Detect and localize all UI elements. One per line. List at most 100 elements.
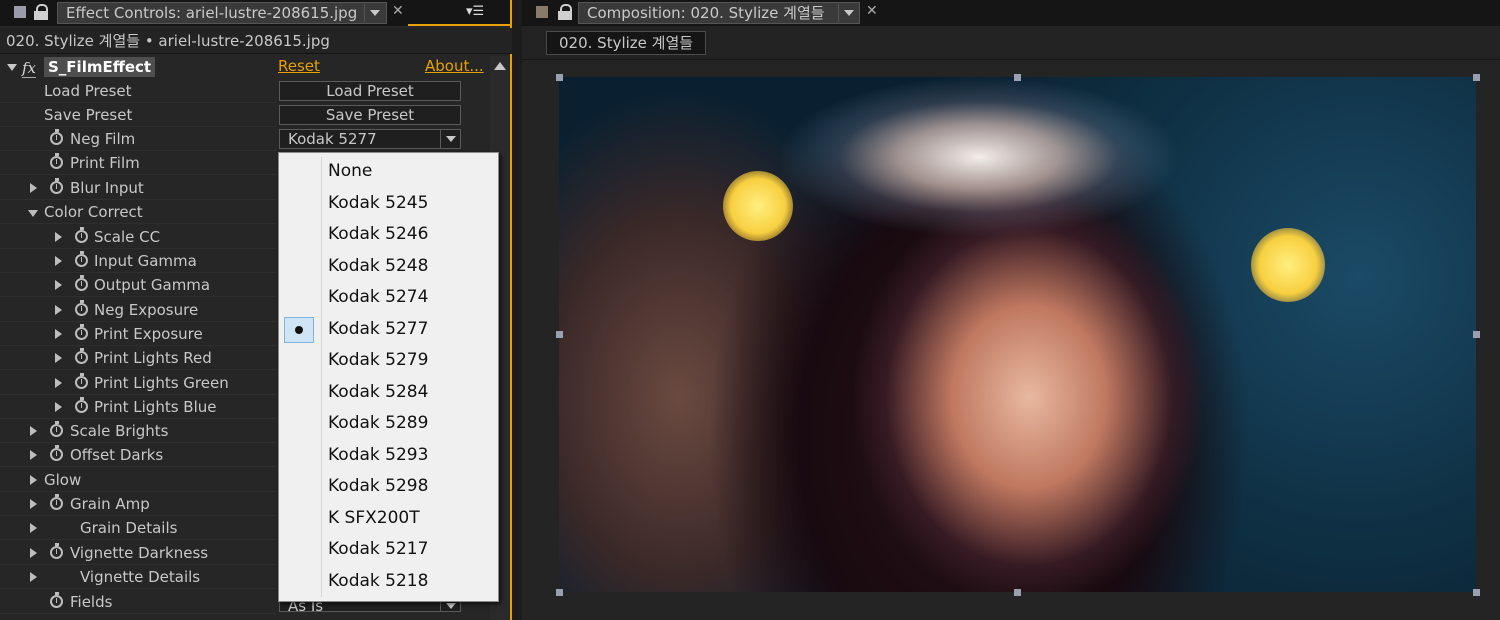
dropdown-option[interactable]: K SFX200T [279, 503, 498, 535]
expand-triangle-icon[interactable] [30, 426, 37, 436]
dropdown-option[interactable]: Kodak 5218 [279, 566, 498, 598]
property-label: Grain Amp [70, 495, 150, 513]
stopwatch-icon[interactable] [50, 494, 63, 510]
stopwatch-icon[interactable] [50, 153, 63, 169]
property-row-print-lights-red[interactable]: Print Lights Red [0, 346, 276, 370]
expand-triangle-icon[interactable] [55, 305, 62, 315]
expand-triangle-icon[interactable] [30, 499, 37, 509]
tab-dropdown-icon[interactable] [364, 4, 384, 22]
stopwatch-icon[interactable] [50, 543, 63, 559]
dropdown-option[interactable]: Kodak 5217 [279, 534, 498, 566]
expand-triangle-icon[interactable] [55, 353, 62, 363]
expand-triangle-icon[interactable] [30, 183, 37, 193]
close-icon[interactable]: ✕ [866, 3, 878, 19]
neg-film-dropdown-list: None Kodak 5245 Kodak 5246 Kodak 5248 Ko… [278, 152, 499, 602]
transform-handle[interactable] [1473, 589, 1480, 596]
stopwatch-icon[interactable] [75, 227, 88, 243]
property-row-input-gamma[interactable]: Input Gamma [0, 249, 276, 273]
property-row-print-lights-blue[interactable]: Print Lights Blue [0, 395, 276, 419]
tab-dropdown-icon[interactable] [838, 4, 858, 22]
stopwatch-icon[interactable] [50, 592, 63, 608]
stopwatch-icon[interactable] [50, 421, 63, 437]
expand-triangle-icon[interactable] [30, 475, 37, 485]
expand-triangle-icon[interactable] [55, 402, 62, 412]
dropdown-option[interactable]: Kodak 5293 [279, 440, 498, 472]
dropdown-option[interactable]: Kodak 5279 [279, 345, 498, 377]
transform-handle[interactable] [1473, 331, 1480, 338]
stopwatch-icon[interactable] [50, 178, 63, 194]
effect-name[interactable]: S_FilmEffect [44, 57, 156, 77]
stopwatch-icon[interactable] [50, 129, 63, 145]
property-row-output-gamma[interactable]: Output Gamma [0, 273, 276, 297]
property-label: Vignette Darkness [70, 544, 209, 562]
stopwatch-icon[interactable] [75, 348, 88, 364]
property-row-blur-input[interactable]: Blur Input [0, 176, 276, 200]
stopwatch-icon[interactable] [75, 251, 88, 267]
property-row-scale-cc[interactable]: Scale CC [0, 225, 276, 249]
collapse-triangle-icon[interactable] [7, 64, 17, 71]
stopwatch-icon[interactable] [75, 324, 88, 340]
property-row-vignette-darkness[interactable]: Vignette Darkness [0, 541, 276, 565]
panel-menu-icon[interactable]: ▾☰ [466, 4, 484, 19]
composition-image[interactable] [559, 77, 1476, 592]
dropdown-option[interactable]: Kodak 5298 [279, 471, 498, 503]
expand-triangle-icon[interactable] [30, 450, 37, 460]
expand-triangle-icon[interactable] [55, 280, 62, 290]
expand-triangle-icon[interactable] [55, 378, 62, 388]
load-preset-button[interactable]: Load Preset [279, 81, 461, 101]
property-row-print-lights-green[interactable]: Print Lights Green [0, 371, 276, 395]
dropdown-option[interactable]: Kodak 5245 [279, 188, 498, 220]
composition-viewer[interactable] [522, 60, 1500, 620]
transform-handle[interactable] [1473, 74, 1480, 81]
tab-active-underline [408, 0, 512, 26]
collapse-triangle-icon[interactable] [28, 210, 38, 217]
transform-handle[interactable] [1014, 74, 1021, 81]
reset-link[interactable]: Reset [278, 57, 320, 75]
tab-composition[interactable]: Composition: 020. Stylize 계열들 [578, 2, 860, 24]
scroll-up-icon[interactable] [494, 62, 506, 70]
expand-triangle-icon[interactable] [55, 232, 62, 242]
transform-handle[interactable] [1014, 589, 1021, 596]
expand-triangle-icon[interactable] [30, 548, 37, 558]
property-row-print-exposure[interactable]: Print Exposure [0, 322, 276, 346]
chevron-down-icon[interactable] [440, 130, 460, 148]
dropdown-option[interactable]: Kodak 5284 [279, 377, 498, 409]
expand-triangle-icon[interactable] [30, 523, 37, 533]
transform-handle[interactable] [556, 74, 563, 81]
property-label: Scale Brights [70, 422, 169, 440]
close-icon[interactable]: ✕ [392, 3, 404, 19]
stopwatch-icon[interactable] [75, 300, 88, 316]
property-row-offset-darks[interactable]: Offset Darks [0, 443, 276, 467]
dropdown-option[interactable]: Kodak 5248 [279, 251, 498, 283]
save-preset-button[interactable]: Save Preset [279, 105, 461, 125]
property-group-color-correct[interactable]: Color Correct [0, 200, 276, 224]
about-link[interactable]: About... [425, 57, 484, 75]
transform-handle[interactable] [556, 589, 563, 596]
property-row-neg-exposure[interactable]: Neg Exposure [0, 298, 276, 322]
dropdown-option[interactable]: Kodak 5289 [279, 408, 498, 440]
tab-composition-label: Composition: 020. Stylize 계열들 [587, 4, 825, 22]
expand-triangle-icon[interactable] [55, 329, 62, 339]
stopwatch-icon[interactable] [50, 445, 63, 461]
fx-icon[interactable]: fx [22, 59, 37, 78]
expand-triangle-icon[interactable] [55, 256, 62, 266]
stopwatch-icon[interactable] [75, 397, 88, 413]
property-group-glow[interactable]: Glow [0, 468, 276, 492]
dropdown-option-selected[interactable]: Kodak 5277 [279, 314, 498, 346]
composition-breadcrumb[interactable]: 020. Stylize 계열들 [546, 31, 707, 55]
stopwatch-icon[interactable] [75, 275, 88, 291]
lock-icon[interactable] [558, 4, 572, 20]
neg-film-select[interactable]: Kodak 5277 [279, 129, 461, 149]
dropdown-option[interactable]: None [279, 156, 498, 188]
dropdown-option[interactable]: Kodak 5274 [279, 282, 498, 314]
expand-triangle-icon[interactable] [30, 572, 37, 582]
dropdown-option[interactable]: Kodak 5246 [279, 219, 498, 251]
property-group-grain-details[interactable]: Grain Details [0, 516, 276, 540]
transform-handle[interactable] [556, 331, 563, 338]
property-group-vignette-details[interactable]: Vignette Details [0, 565, 276, 589]
property-row-scale-brights[interactable]: Scale Brights [0, 419, 276, 443]
tab-effect-controls[interactable]: Effect Controls: ariel-lustre-208615.jpg [57, 2, 387, 24]
property-row-grain-amp[interactable]: Grain Amp [0, 492, 276, 516]
lock-icon[interactable] [34, 4, 48, 20]
stopwatch-icon[interactable] [75, 373, 88, 389]
